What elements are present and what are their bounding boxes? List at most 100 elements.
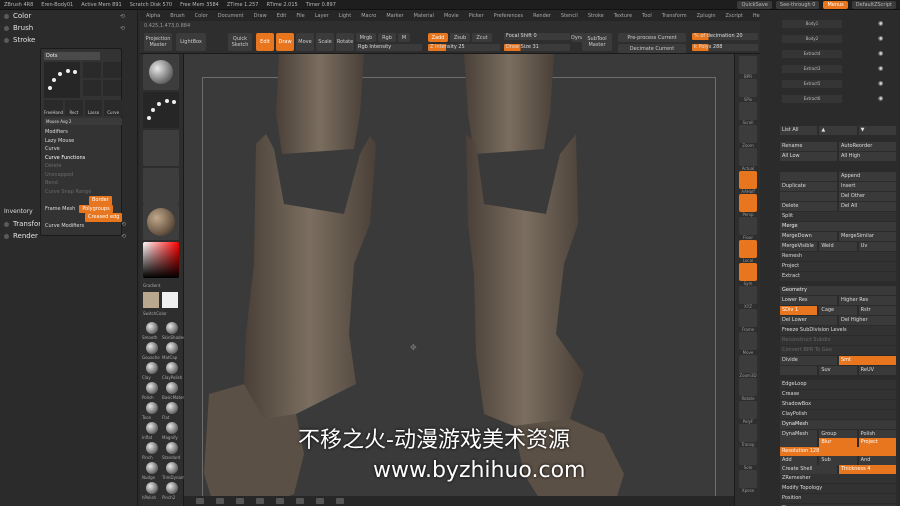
material-sphere-icon[interactable] bbox=[166, 322, 178, 334]
curve-functions-row[interactable]: Curve Functions bbox=[41, 154, 123, 163]
spix-button[interactable] bbox=[739, 79, 757, 97]
kpolys-slider[interactable]: k Polys 288 bbox=[692, 44, 758, 51]
material-sphere-icon[interactable] bbox=[166, 402, 178, 414]
rotate-button[interactable] bbox=[739, 378, 757, 396]
curve-stroke-icon[interactable]: Curve bbox=[104, 100, 122, 116]
zsub-button[interactable]: Zsub bbox=[450, 33, 470, 42]
bpr-button[interactable] bbox=[739, 56, 757, 74]
persp-button[interactable] bbox=[739, 194, 757, 212]
material-sphere-icon[interactable] bbox=[166, 462, 178, 474]
mrgb-button[interactable]: Mrgb bbox=[356, 33, 376, 42]
menu-picker[interactable]: Picker bbox=[469, 13, 484, 19]
main-color-swatch[interactable] bbox=[143, 292, 159, 308]
reconstruct-subdiv-button[interactable]: Reconstruct Subdiv bbox=[780, 336, 896, 345]
rename-button[interactable]: Rename bbox=[780, 142, 837, 151]
curve-snap-range-row[interactable]: Curve Snap Range bbox=[41, 188, 123, 197]
bend-row[interactable]: Bend bbox=[41, 179, 123, 188]
sub-button[interactable]: Sub bbox=[819, 456, 857, 465]
cage-button[interactable]: Cage bbox=[819, 306, 857, 315]
bottom-tool-icon[interactable] bbox=[336, 498, 344, 504]
transp-button[interactable] bbox=[739, 424, 757, 442]
default-zscript-button[interactable]: DefaultZScript bbox=[851, 0, 896, 9]
menus-button[interactable]: Menus bbox=[823, 0, 848, 9]
rgb-button[interactable]: Rgb bbox=[378, 33, 396, 42]
quicksave-button[interactable]: QuickSave bbox=[737, 0, 772, 9]
m-button[interactable]: M bbox=[398, 33, 410, 42]
rect-stroke-icon[interactable]: Rect bbox=[65, 100, 83, 116]
menu-stencil[interactable]: Stencil bbox=[561, 13, 578, 19]
xpose-button[interactable] bbox=[739, 470, 757, 488]
scale-button[interactable]: Scale bbox=[316, 33, 334, 51]
z-intensity-slider[interactable]: Z Intensity 25 bbox=[428, 44, 500, 51]
pin-icon[interactable]: ⟲ bbox=[120, 13, 125, 20]
arrow-up-icon[interactable]: ▲ bbox=[819, 126, 857, 135]
draw-button[interactable]: Draw bbox=[276, 33, 294, 51]
insert-button[interactable]: Insert bbox=[839, 182, 896, 191]
bottom-tool-icon[interactable] bbox=[296, 498, 304, 504]
rotate-button[interactable]: Rotate bbox=[336, 33, 354, 51]
create-shell-button[interactable]: Create Shell bbox=[780, 465, 837, 474]
subtool-item[interactable]: Extract4 bbox=[782, 50, 842, 58]
brush-thumbnail[interactable] bbox=[143, 54, 179, 90]
modifiers-row[interactable]: Modifiers bbox=[41, 128, 123, 137]
polygroups-button[interactable]: Polygroups bbox=[79, 204, 113, 213]
suv-button[interactable]: Suv bbox=[819, 366, 857, 375]
menu-texture[interactable]: Texture bbox=[614, 13, 632, 19]
color-palette-header[interactable]: Color ⟲ bbox=[0, 10, 137, 22]
position-button[interactable]: Position bbox=[780, 494, 896, 503]
curve-row[interactable]: Curve bbox=[41, 145, 123, 154]
brush-palette-header[interactable]: Brush ⟲ bbox=[0, 22, 137, 34]
blur-slider[interactable]: Blur bbox=[819, 438, 857, 447]
lazy-mouse-row[interactable]: Lazy Mouse bbox=[41, 137, 123, 146]
autoreorder-button[interactable]: AutoReorder bbox=[839, 142, 896, 151]
border-button[interactable]: Border bbox=[89, 196, 112, 205]
dots-small-stroke-icon[interactable] bbox=[103, 80, 121, 96]
resolution-slider[interactable]: Resolution 128 bbox=[780, 447, 896, 456]
dynamesh-header[interactable]: DynaMesh bbox=[780, 420, 896, 429]
mouse-avg-slider[interactable]: Mouse Avg 2 bbox=[44, 118, 122, 125]
duplicate-button[interactable]: Duplicate bbox=[780, 182, 837, 191]
all-low-button[interactable]: All Low bbox=[780, 152, 837, 161]
geometry-header[interactable]: Geometry bbox=[780, 286, 896, 295]
material-sphere-icon[interactable] bbox=[146, 442, 158, 454]
menu-layer[interactable]: Layer bbox=[315, 13, 329, 19]
append-button[interactable]: Append bbox=[839, 172, 896, 181]
creased-edges-button[interactable]: Creased edg bbox=[85, 213, 123, 222]
actual-button[interactable] bbox=[739, 148, 757, 166]
unsnapped-row[interactable]: Unsnapped bbox=[41, 171, 123, 180]
menu-tool[interactable]: Tool bbox=[642, 13, 652, 19]
arrow-down-icon[interactable]: ▼ bbox=[858, 126, 896, 135]
material-sphere-icon[interactable] bbox=[166, 482, 178, 494]
menu-render[interactable]: Render bbox=[533, 13, 551, 19]
project-toggle[interactable]: Project bbox=[858, 438, 896, 447]
see-through-slider[interactable]: See-through 0 bbox=[775, 0, 820, 9]
stroke-type-selector[interactable]: Dots bbox=[44, 52, 100, 60]
menu-marker[interactable]: Marker bbox=[386, 13, 403, 19]
focal-shift-slider[interactable]: Focal Shift 0 bbox=[504, 33, 570, 40]
del-all-button[interactable]: Del All bbox=[839, 202, 896, 211]
decimate-current-button[interactable]: Decimate Current bbox=[618, 44, 686, 53]
inventory-label[interactable]: Inventory bbox=[4, 208, 33, 215]
remesh-button[interactable]: Remesh bbox=[780, 252, 896, 261]
preprocess-current-button[interactable]: Pre-process Current bbox=[618, 33, 686, 42]
material-sphere-icon[interactable] bbox=[146, 462, 158, 474]
material-sphere-icon[interactable] bbox=[146, 422, 158, 434]
all-high-button[interactable]: All High bbox=[839, 152, 896, 161]
bottom-tool-icon[interactable] bbox=[216, 498, 224, 504]
stroke-preview[interactable] bbox=[44, 62, 80, 98]
quick-sketch-button[interactable]: Quick Sketch bbox=[228, 33, 252, 51]
menu-zscript[interactable]: Zscript bbox=[726, 13, 743, 19]
mergesimilar-button[interactable]: MergeSimilar bbox=[839, 232, 896, 241]
visibility-eye-icon[interactable]: ◉ bbox=[878, 95, 883, 102]
edgeloop-button[interactable]: EdgeLoop bbox=[780, 380, 896, 389]
frame-button[interactable] bbox=[739, 309, 757, 327]
zremesher-button[interactable]: ZRemesher bbox=[780, 474, 896, 483]
freehand-stroke-icon[interactable]: FreeHand bbox=[44, 100, 64, 116]
menu-transform[interactable]: Transform bbox=[662, 13, 687, 19]
material-sphere-icon[interactable] bbox=[146, 382, 158, 394]
subtool-item[interactable]: Extract6 bbox=[782, 95, 842, 103]
material-sphere-icon[interactable] bbox=[166, 362, 178, 374]
bottom-tool-icon[interactable] bbox=[256, 498, 264, 504]
del-lower-button[interactable]: Del Lower bbox=[780, 316, 837, 325]
pin-icon[interactable]: ⟲ bbox=[120, 25, 125, 32]
